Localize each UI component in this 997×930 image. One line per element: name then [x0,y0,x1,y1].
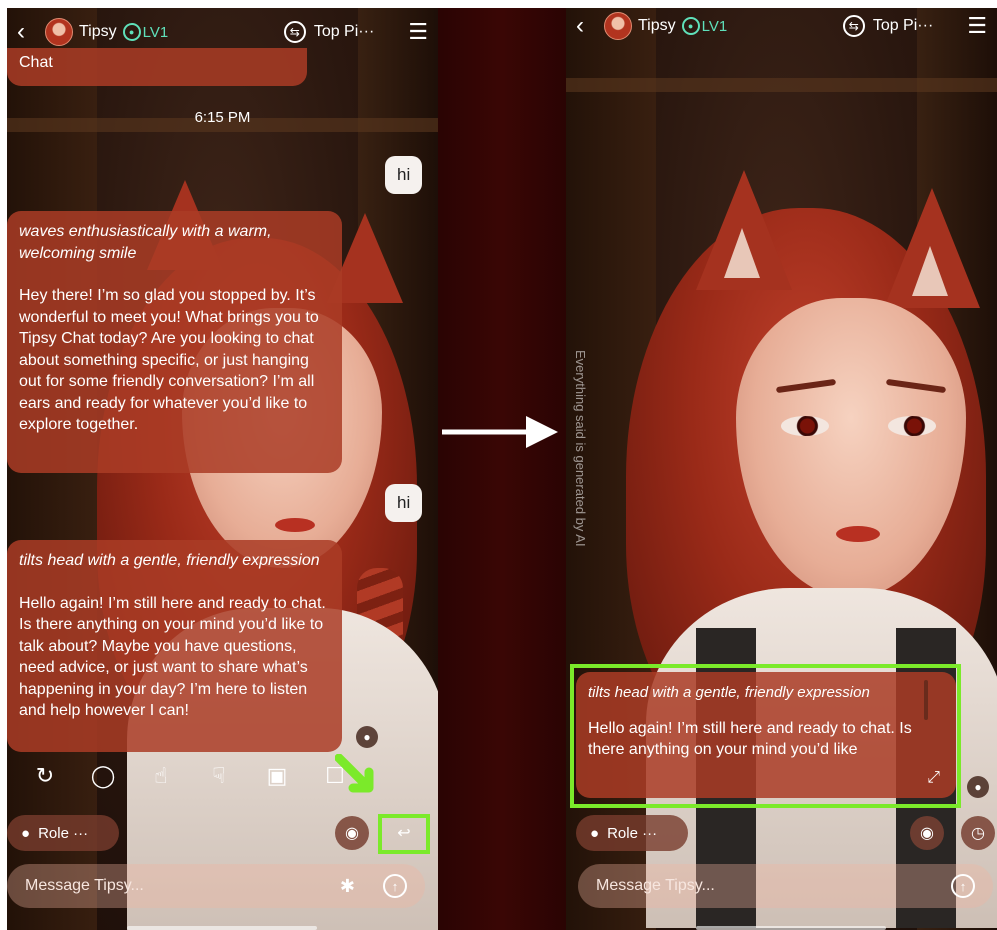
timestamp: 6:15 PM [194,109,251,126]
top-pick-button[interactable]: ⇆ Top Pi··· [283,21,374,43]
home-indicator [696,926,886,930]
message-input[interactable]: Message Tipsy... ↑ [578,864,993,908]
top-bar: ‹ Tipsy ● LV1 ⇆ Top Pi··· ☰ [7,8,438,56]
level-icon: ● [681,17,700,35]
ai-disclaimer: Everything said is generated by AI [573,350,588,547]
divider-background [438,8,566,930]
bot-message: tilts head with a gentle, friendly expre… [7,540,342,752]
user-message: hi [385,484,423,522]
transition-arrow-icon [442,416,558,448]
voice-wave-icon: ◉ [920,825,934,842]
person-icon: ● [21,824,31,842]
clock-icon: ◷ [971,825,985,842]
hamburger-menu-icon[interactable]: ☰ [967,13,987,39]
thumbs-up-icon[interactable]: ☝ [145,760,177,792]
voice-mode-button[interactable]: ◉ [910,816,944,850]
message-placeholder: Message Tipsy... [596,877,715,894]
sparkle-icon[interactable]: ✱ [340,876,355,897]
swap-icon: ⇆ [842,15,865,37]
green-pointer-arrow-icon [335,754,374,793]
avatar[interactable] [604,12,632,40]
bot-action-text: waves enthusiastically with a warm, welc… [19,223,272,262]
swap-icon: ⇆ [283,21,306,43]
level-badge: ● LV1 [122,23,168,41]
level-badge: ● LV1 [681,17,727,35]
message-input[interactable]: Message Tipsy... ✱ ↑ [7,864,425,908]
top-bar: ‹ Tipsy ● LV1 ⇆ Top Pi··· ☰ [566,8,997,44]
voice-mode-button[interactable]: ◉ [335,816,369,850]
send-icon[interactable]: ↑ [383,874,407,898]
bot-name[interactable]: Tipsy [638,17,676,35]
regenerate-icon[interactable]: ↻ [29,760,61,792]
exit-button-highlight [378,814,430,854]
bot-message-text: Hey there! I’m so glad you stopped by. I… [19,287,319,433]
user-message: hi [385,156,423,194]
lightbulb-icon[interactable]: ● [967,776,989,798]
voice-wave-icon: ◉ [345,825,359,842]
bot-message-text: Hello again! I’m still here and ready to… [19,594,326,720]
message-placeholder: Message Tipsy... [25,877,144,894]
bot-action-text: tilts head with a gentle, friendly expre… [19,552,320,569]
thumbs-down-icon[interactable]: ☟ [203,760,235,792]
add-image-icon[interactable]: ▣ [261,760,293,792]
rewrite-icon[interactable]: ◯ [87,760,119,792]
home-indicator [127,926,317,930]
role-button[interactable]: ● Role ··· [7,815,119,851]
lightbulb-icon[interactable]: ● [356,726,378,748]
bot-message: waves enthusiastically with a warm, welc… [7,211,342,473]
top-pick-button[interactable]: ⇆ Top Pi··· [842,15,933,37]
role-button[interactable]: ● Role ··· [576,815,688,851]
history-button[interactable]: ◷ [961,816,995,850]
send-icon[interactable]: ↑ [951,874,975,898]
level-icon: ● [122,23,141,41]
hamburger-menu-icon[interactable]: ☰ [408,19,428,45]
person-icon: ● [590,824,600,842]
collapsed-message-highlight [570,664,961,808]
back-icon[interactable]: ‹ [576,12,604,40]
avatar[interactable] [45,18,73,46]
bot-name[interactable]: Tipsy [79,23,117,41]
back-icon[interactable]: ‹ [17,18,45,46]
